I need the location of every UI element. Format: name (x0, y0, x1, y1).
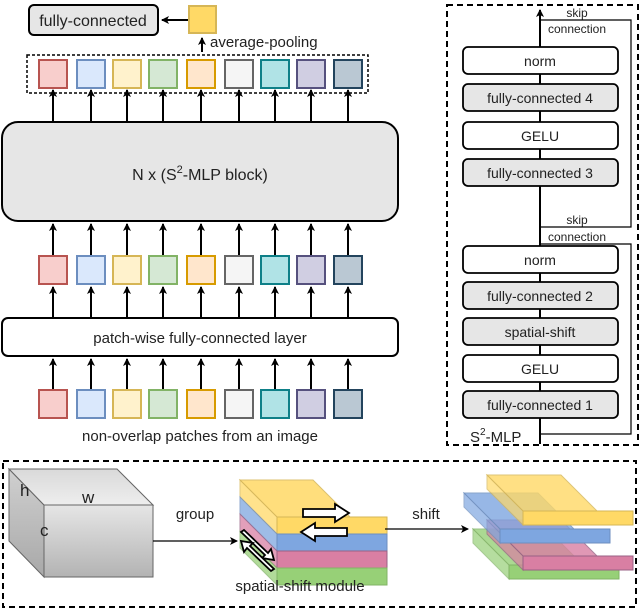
image-patch-6 (224, 389, 254, 419)
skip-label-upper-2: connection (548, 22, 606, 36)
output-token-4 (148, 59, 178, 89)
shifted-feature-stack (462, 473, 634, 581)
output-token-3 (112, 59, 142, 89)
skip-label-lower-1: skip (566, 213, 588, 227)
cube-label-c: c (40, 521, 49, 540)
skip-label-lower-2: connection (548, 230, 606, 244)
block-output-arrows (49, 89, 352, 122)
output-token-9 (333, 59, 363, 89)
cube-label-w: w (81, 488, 95, 507)
image-patch-8 (296, 389, 326, 419)
layer-label: fully-connected 2 (487, 288, 593, 304)
s2mlp-panel-title: S2-MLP (470, 427, 521, 446)
spatial-shift-panel: h w c group spatial-shift module shift (2, 460, 637, 608)
layer-lower-2: fully-connected 2 (462, 281, 619, 310)
s2mlp-stack-label: N x (S2-MLP block) (132, 164, 268, 184)
skip-label-upper-1: skip (566, 6, 588, 20)
layer-label: fully-connected 4 (487, 90, 593, 106)
output-token-1 (38, 59, 68, 89)
layer-lower-5: fully-connected 1 (462, 390, 619, 419)
feature-cube: h w c (7, 467, 155, 579)
image-patch-4 (148, 389, 178, 419)
layer-upper-4: fully-connected 3 (462, 158, 619, 187)
output-token-7 (260, 59, 290, 89)
image-patch-7 (260, 389, 290, 419)
patch-fc-label: patch-wise fully-connected layer (93, 330, 306, 347)
block-input-arrows (49, 223, 352, 255)
embedded-token-8 (296, 255, 326, 285)
output-token-6 (224, 59, 254, 89)
image-patch-2 (76, 389, 106, 419)
layer-lower-4: GELU (462, 354, 619, 383)
embedded-token-5 (186, 255, 216, 285)
group-slice-pink (276, 550, 388, 569)
embedded-token-2 (76, 255, 106, 285)
main-pipeline: fully-connected average-pooling N x (S2-… (1, 4, 399, 445)
layer-label: GELU (521, 128, 559, 144)
layer-upper-2: fully-connected 4 (462, 83, 619, 112)
embedded-token-7 (260, 255, 290, 285)
embedded-token-4 (148, 255, 178, 285)
classifier-fc-box: fully-connected (28, 4, 159, 36)
image-patches-row (38, 389, 363, 419)
shift-label: shift (412, 506, 440, 523)
patches-caption: non-overlap patches from an image (82, 428, 318, 445)
diagram-canvas: fully-connected average-pooling N x (S2-… (1, 4, 639, 608)
embedded-token-3 (112, 255, 142, 285)
layer-label: norm (524, 252, 556, 268)
classifier-label: fully-connected (39, 13, 147, 30)
layer-label: fully-connected 3 (487, 165, 593, 181)
pooled-token (188, 5, 217, 34)
image-patch-3 (112, 389, 142, 419)
embedded-tokens-row (38, 255, 363, 285)
layer-label: GELU (521, 361, 559, 377)
image-patch-5 (186, 389, 216, 419)
s2mlp-stack-box: N x (S2-MLP block) (1, 121, 399, 222)
layer-upper-1: norm (462, 46, 619, 75)
layer-upper-3: GELU (462, 121, 619, 150)
layer-label: fully-connected 1 (487, 397, 593, 413)
embedded-token-6 (224, 255, 254, 285)
layer-lower-3: spatial-shift (462, 317, 619, 346)
output-token-8 (296, 59, 326, 89)
layer-label: spatial-shift (505, 324, 576, 340)
image-patch-9 (333, 389, 363, 419)
output-token-5 (186, 59, 216, 89)
layer-label: norm (524, 53, 556, 69)
embedded-token-9 (333, 255, 363, 285)
patch-fc-box: patch-wise fully-connected layer (1, 317, 399, 357)
pooling-label: average-pooling (210, 34, 318, 51)
layer-lower-1: norm (462, 245, 619, 274)
patch-input-arrows (49, 358, 352, 390)
s2mlp-detail-panel: skip connection skip connection norm full… (446, 4, 639, 446)
cube-label-h: h (20, 481, 29, 500)
group-label: group (176, 506, 214, 523)
image-patch-1 (38, 389, 68, 419)
output-tokens-row (38, 59, 363, 89)
fc-output-arrows (49, 286, 352, 318)
output-token-2 (76, 59, 106, 89)
module-caption: spatial-shift module (235, 578, 364, 595)
embedded-token-1 (38, 255, 68, 285)
